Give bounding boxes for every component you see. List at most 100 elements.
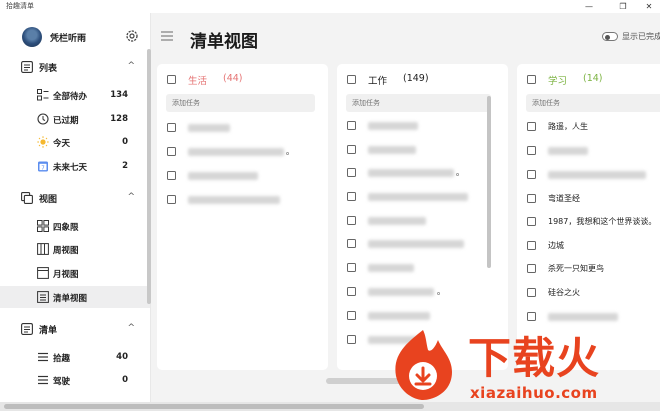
task-item[interactable] [527,168,660,182]
task-item[interactable] [347,190,497,204]
task-item[interactable]: 。 [167,145,317,159]
column-checkbox[interactable] [527,75,536,84]
sidebar-item-overdue[interactable]: 已过期 128 [0,108,150,130]
close-button[interactable]: ✕ [640,0,658,13]
user-profile[interactable]: 凭栏听雨 [22,27,147,47]
task-checkbox[interactable] [527,288,536,297]
task-item[interactable]: 1987，我想和这个世界谈谈。 [527,215,660,229]
toggle-label: 显示已完成 [622,32,660,41]
task-item[interactable] [167,121,317,135]
task-item[interactable]: 。 [347,166,497,180]
sidebar-scrollbar[interactable] [147,49,151,304]
avatar[interactable] [22,27,42,47]
task-item[interactable]: 边城 [527,239,660,253]
task-item[interactable]: 。 [347,285,497,299]
task-item[interactable]: 杀死一只知更鸟 [527,262,660,276]
item-count: 0 [122,137,128,147]
task-checkbox[interactable] [527,146,536,155]
task-checkbox[interactable] [347,145,356,154]
blurred-text [188,196,280,204]
blurred-text [368,193,468,201]
menu-icon[interactable] [161,31,173,41]
add-task-input[interactable] [166,94,315,112]
task-checkbox[interactable] [527,241,536,250]
task-item[interactable] [347,143,497,157]
task-checkbox[interactable] [347,216,356,225]
sidebar: 凭栏听雨 列表 ^ 全部待办 134 已过期 128 今天 0 7 未来七天 2… [0,13,151,403]
task-checkbox[interactable] [527,217,536,226]
maximize-button[interactable]: ❐ [614,0,632,13]
task-checkbox[interactable] [527,194,536,203]
sidebar-item-all[interactable]: 全部待办 134 [0,84,150,106]
title-bar: 拾趣清单 — ❐ ✕ [0,0,660,13]
task-checkbox[interactable] [347,335,356,344]
chevron-up-icon[interactable]: ^ [127,323,135,333]
task-item[interactable] [347,119,497,133]
add-task-input[interactable] [346,94,491,112]
add-task-input[interactable] [526,94,660,112]
task-checkbox[interactable] [527,170,536,179]
task-item[interactable] [167,193,317,207]
sidebar-item-label: 周视图 [53,246,79,256]
toggle-switch[interactable] [602,32,618,41]
blurred-text [188,124,230,132]
scrollbar-thumb[interactable] [4,404,424,409]
sidebar-item-label: 未来七天 [53,163,88,173]
task-item[interactable] [527,144,660,158]
task-checkbox[interactable] [167,171,176,180]
task-checkbox[interactable] [347,239,356,248]
task-item[interactable] [347,214,497,228]
column-scrollbar[interactable] [487,96,491,268]
sidebar-item-today[interactable]: 今天 0 [0,131,150,153]
sidebar-item-next7[interactable]: 7 未来七天 2 [0,155,150,177]
task-text: 。 [456,168,464,177]
blurred-text [368,146,416,154]
chevron-up-icon[interactable]: ^ [127,192,135,202]
column-name: 工作 [368,76,388,87]
task-item[interactable] [347,237,497,251]
section-checklists[interactable]: 清单 ^ [18,320,143,338]
task-item[interactable]: 硅谷之火 [527,286,660,300]
task-item[interactable] [167,169,317,183]
sidebar-item-month[interactable]: 月视图 [0,262,150,284]
task-checkbox[interactable] [167,147,176,156]
task-checkbox[interactable] [347,263,356,272]
flame-logo-icon [395,330,452,400]
chevron-up-icon[interactable]: ^ [127,61,135,71]
task-checkbox[interactable] [167,195,176,204]
watermark-url: xiazaihuo.com [470,384,598,402]
column-header: 学习 (14) [527,73,660,87]
column-checkbox[interactable] [167,75,176,84]
sidebar-item-quadrant[interactable]: 四象限 [0,215,150,237]
task-checkbox[interactable] [347,192,356,201]
task-item[interactable] [347,261,497,275]
task-checkbox[interactable] [347,311,356,320]
task-checkbox[interactable] [167,123,176,132]
task-text: 弯道圣经 [548,194,580,203]
section-views[interactable]: 视图 ^ [18,189,143,207]
task-checkbox[interactable] [347,121,356,130]
hamburger-list-icon [38,352,48,362]
quadrant-icon [37,220,49,232]
sidebar-item-checklist[interactable]: 驾驶 0 [0,369,150,391]
task-checkbox[interactable] [347,168,356,177]
task-checkbox[interactable] [347,287,356,296]
task-item[interactable] [347,309,497,323]
column-checkbox[interactable] [347,75,356,84]
section-lists[interactable]: 列表 ^ [18,58,143,76]
list-view-icon [37,291,49,303]
sidebar-item-week[interactable]: 周视图 [0,238,150,260]
task-checkbox[interactable] [527,122,536,131]
task-checkbox[interactable] [527,264,536,273]
blurred-text [548,147,588,155]
sidebar-item-listview[interactable]: 清单视图 [0,286,150,308]
week-view-icon [37,243,49,255]
task-item[interactable]: 弯道圣经 [527,192,660,206]
gear-icon[interactable] [124,28,140,44]
sidebar-item-checklist[interactable]: 拾趣 40 [0,346,150,368]
show-completed-toggle[interactable]: 显示已完成 [602,31,660,43]
task-item[interactable]: 路遥，人生 [527,120,660,134]
task-checkbox[interactable] [527,312,536,321]
blurred-text [368,312,430,320]
minimize-button[interactable]: — [580,0,598,13]
